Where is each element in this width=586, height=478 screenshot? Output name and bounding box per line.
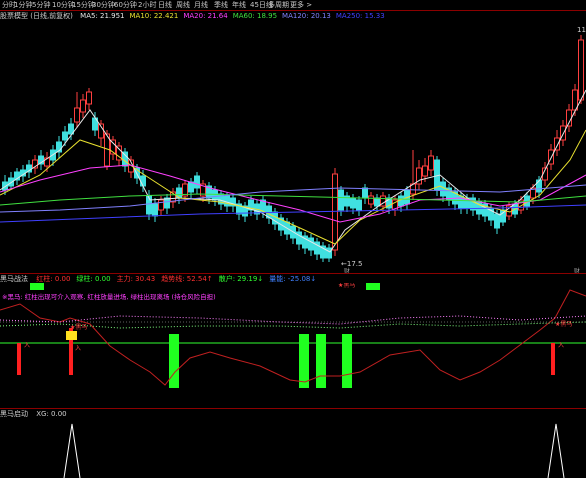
candle (338, 189, 344, 211)
candle (122, 151, 128, 167)
candle (140, 175, 146, 187)
candle (158, 199, 164, 211)
trend-line (0, 315, 586, 325)
entry-tag: 入 (75, 345, 81, 352)
candle (398, 195, 404, 207)
signal-spike (547, 423, 565, 478)
green-flag (366, 283, 380, 290)
period-tab[interactable]: 年线 (232, 0, 246, 10)
indicator2-value: XG: 0.00 (36, 410, 67, 418)
period-tab[interactable]: 多周期 (268, 0, 289, 10)
period-toolbar: 分时 1分钟 5分钟 10分钟 15分钟 30分钟 60分钟 2小时 日线 周线 月线 季线 年线 45日… (0, 0, 586, 10)
candle (350, 197, 356, 209)
main-force-line (0, 289, 586, 386)
candle (164, 197, 170, 209)
green-bar (169, 334, 179, 388)
candle (332, 173, 338, 251)
candle (536, 179, 542, 193)
indicator1-value: 量能: -25.08↓ (269, 275, 317, 283)
low-price-label: ←17.5 (341, 260, 362, 268)
right-edge-label: 11 (577, 26, 586, 34)
indicator1-value: 趋势线: 52.54↑ (161, 275, 213, 283)
yellow-box (66, 331, 77, 340)
candle (80, 99, 86, 113)
entry-tag: 入 (558, 342, 564, 349)
candle (152, 203, 158, 217)
candle (374, 197, 380, 207)
candle (62, 131, 68, 141)
candle (554, 137, 560, 151)
ma60-line (0, 193, 586, 206)
period-tab[interactable]: 2小时 (138, 0, 156, 10)
indicator1-value: 红柱: 0.00 (36, 275, 71, 283)
candle (362, 187, 368, 199)
candle (494, 213, 500, 229)
period-tab[interactable]: 60分钟 (114, 0, 137, 10)
candle (86, 91, 92, 105)
indicator1-value: 绿柱: 0.00 (76, 275, 111, 283)
buy-tag: ★黑马 (70, 323, 87, 331)
buy-tag: ★黑马 (555, 320, 572, 328)
period-tab[interactable]: 月线 (194, 0, 208, 10)
indicator1-value: 主力: 30.43 (116, 275, 156, 283)
candle (440, 181, 446, 197)
period-tab[interactable]: 日线 (158, 0, 172, 10)
red-bar (551, 343, 555, 375)
candle (578, 39, 584, 101)
candle (194, 175, 200, 189)
main-candlestick-chart[interactable]: ←17.5财 财11 (0, 11, 586, 273)
candle (368, 195, 374, 205)
divider (0, 408, 586, 409)
candle (356, 199, 362, 211)
green-bar (342, 334, 352, 388)
period-tab[interactable]: 周线 (176, 0, 190, 10)
period-tab[interactable]: 更多 > (290, 0, 312, 10)
period-tab[interactable]: 5分钟 (32, 0, 50, 10)
period-tab[interactable]: 30分钟 (92, 0, 115, 10)
candle (308, 237, 314, 251)
ma20-line (0, 164, 586, 223)
buy-tag: ★黑马 (338, 283, 355, 289)
red-bar (17, 343, 21, 375)
indicator2-chart[interactable] (0, 418, 586, 478)
entry-tag: 入 (24, 342, 30, 349)
indicator1-chart[interactable]: ★黑马 ★黑马 ★黑马入 入 入 (0, 283, 586, 408)
candle (224, 195, 230, 207)
green-flag (30, 283, 44, 290)
green-bar (316, 334, 326, 388)
candle (326, 247, 332, 259)
candle (74, 107, 80, 123)
indicator1-title: 黑马战法 (0, 275, 28, 283)
period-tab[interactable]: 季线 (214, 0, 228, 10)
candle (428, 155, 434, 171)
candle (422, 165, 428, 177)
indicator1-value: 散户: 29.19↓ (218, 275, 264, 283)
candle (188, 181, 194, 193)
candle (212, 189, 218, 201)
period-tab[interactable]: 1分钟 (14, 0, 32, 10)
indicator2-title: 黑马启动 (0, 410, 28, 418)
green-bar (299, 334, 309, 388)
signal-spike (63, 423, 81, 478)
